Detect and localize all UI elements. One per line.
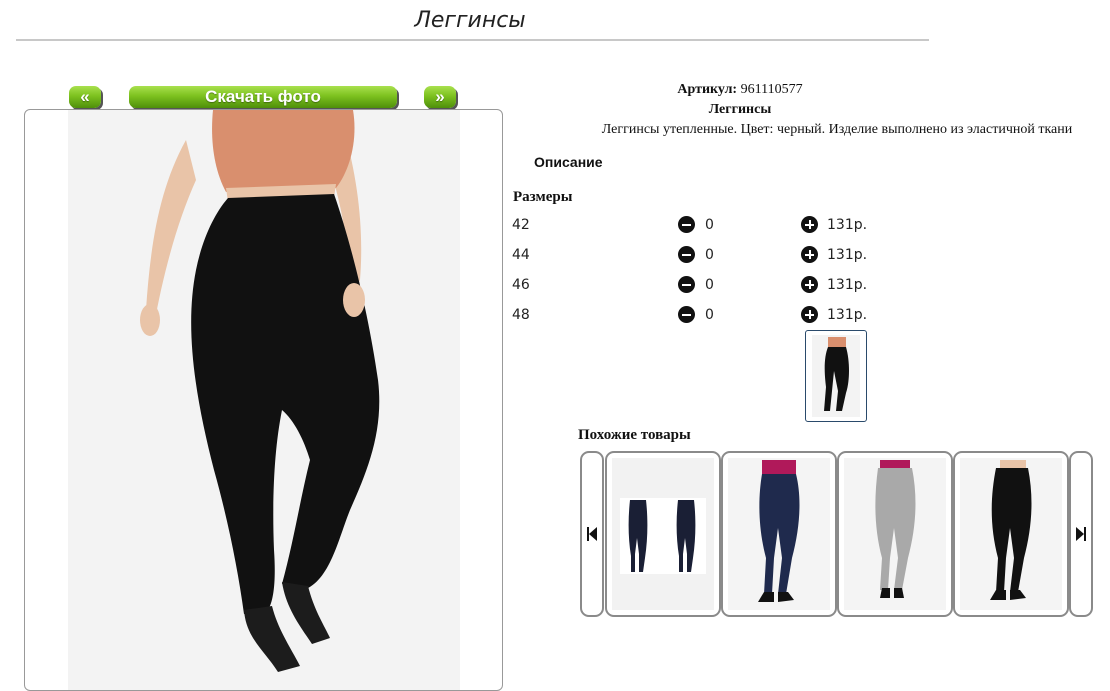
- price-value: 131р.: [827, 277, 868, 293]
- download-photo-button[interactable]: Скачать фото: [129, 86, 397, 108]
- similar-product-card[interactable]: [837, 451, 953, 617]
- similar-product-image: [620, 498, 706, 574]
- size-row-46: 46 0 131р.: [512, 275, 872, 305]
- size-label: 46: [512, 277, 530, 293]
- plus-icon[interactable]: [801, 216, 818, 233]
- article-line: Артикул: 961110577: [580, 82, 900, 98]
- size-label: 42: [512, 217, 530, 233]
- product-description-text: Леггинсы утепленные. Цвет: черный. Издел…: [601, 122, 1073, 137]
- skip-back-icon: [587, 527, 597, 541]
- product-thumbnail[interactable]: [805, 330, 867, 422]
- size-label: 48: [512, 307, 530, 323]
- quantity-value: 0: [705, 247, 714, 263]
- price-value: 131р.: [827, 247, 868, 263]
- minus-icon[interactable]: [678, 306, 695, 323]
- size-row-44: 44 0 131р.: [512, 245, 872, 275]
- thumbnail-image: [812, 335, 860, 417]
- similar-product-image: [960, 458, 1062, 610]
- minus-icon[interactable]: [678, 246, 695, 263]
- price-value: 131р.: [827, 307, 868, 323]
- similar-product-card[interactable]: [721, 451, 837, 617]
- similar-product-card[interactable]: [953, 451, 1069, 617]
- minus-icon[interactable]: [678, 276, 695, 293]
- prev-photo-button[interactable]: «: [69, 86, 101, 108]
- size-row-42: 42 0 131р.: [512, 215, 872, 245]
- similar-prev-button[interactable]: [580, 451, 604, 617]
- skip-forward-icon: [1076, 527, 1086, 541]
- main-photo-frame: [24, 109, 503, 691]
- article-label: Артикул:: [677, 82, 738, 97]
- plus-icon[interactable]: [801, 276, 818, 293]
- quantity-value: 0: [705, 217, 714, 233]
- plus-icon[interactable]: [801, 246, 818, 263]
- quantity-value: 0: [705, 277, 714, 293]
- similar-product-card[interactable]: [605, 451, 721, 617]
- model-leggings-image: [140, 110, 380, 672]
- price-value: 131р.: [827, 217, 868, 233]
- minus-icon[interactable]: [678, 216, 695, 233]
- next-photo-button[interactable]: »: [424, 86, 456, 108]
- similar-product-image: [844, 458, 946, 610]
- similar-heading: Похожие товары: [578, 427, 691, 443]
- quantity-value: 0: [705, 307, 714, 323]
- sizes-heading: Размеры: [513, 189, 573, 205]
- description-heading: Описание: [534, 154, 603, 170]
- article-value: 961110577: [740, 82, 803, 97]
- sizes-table: 42 0 131р. 44 0 131р. 46 0 131р. 48 0 13…: [512, 215, 872, 335]
- similar-next-button[interactable]: [1069, 451, 1093, 617]
- size-label: 44: [512, 247, 530, 263]
- similar-product-image: [728, 458, 830, 610]
- title-divider: [16, 39, 929, 41]
- page-title: Леггинсы: [414, 8, 526, 33]
- product-name: Леггинсы: [708, 102, 772, 117]
- plus-icon[interactable]: [801, 306, 818, 323]
- main-product-photo[interactable]: [68, 110, 460, 690]
